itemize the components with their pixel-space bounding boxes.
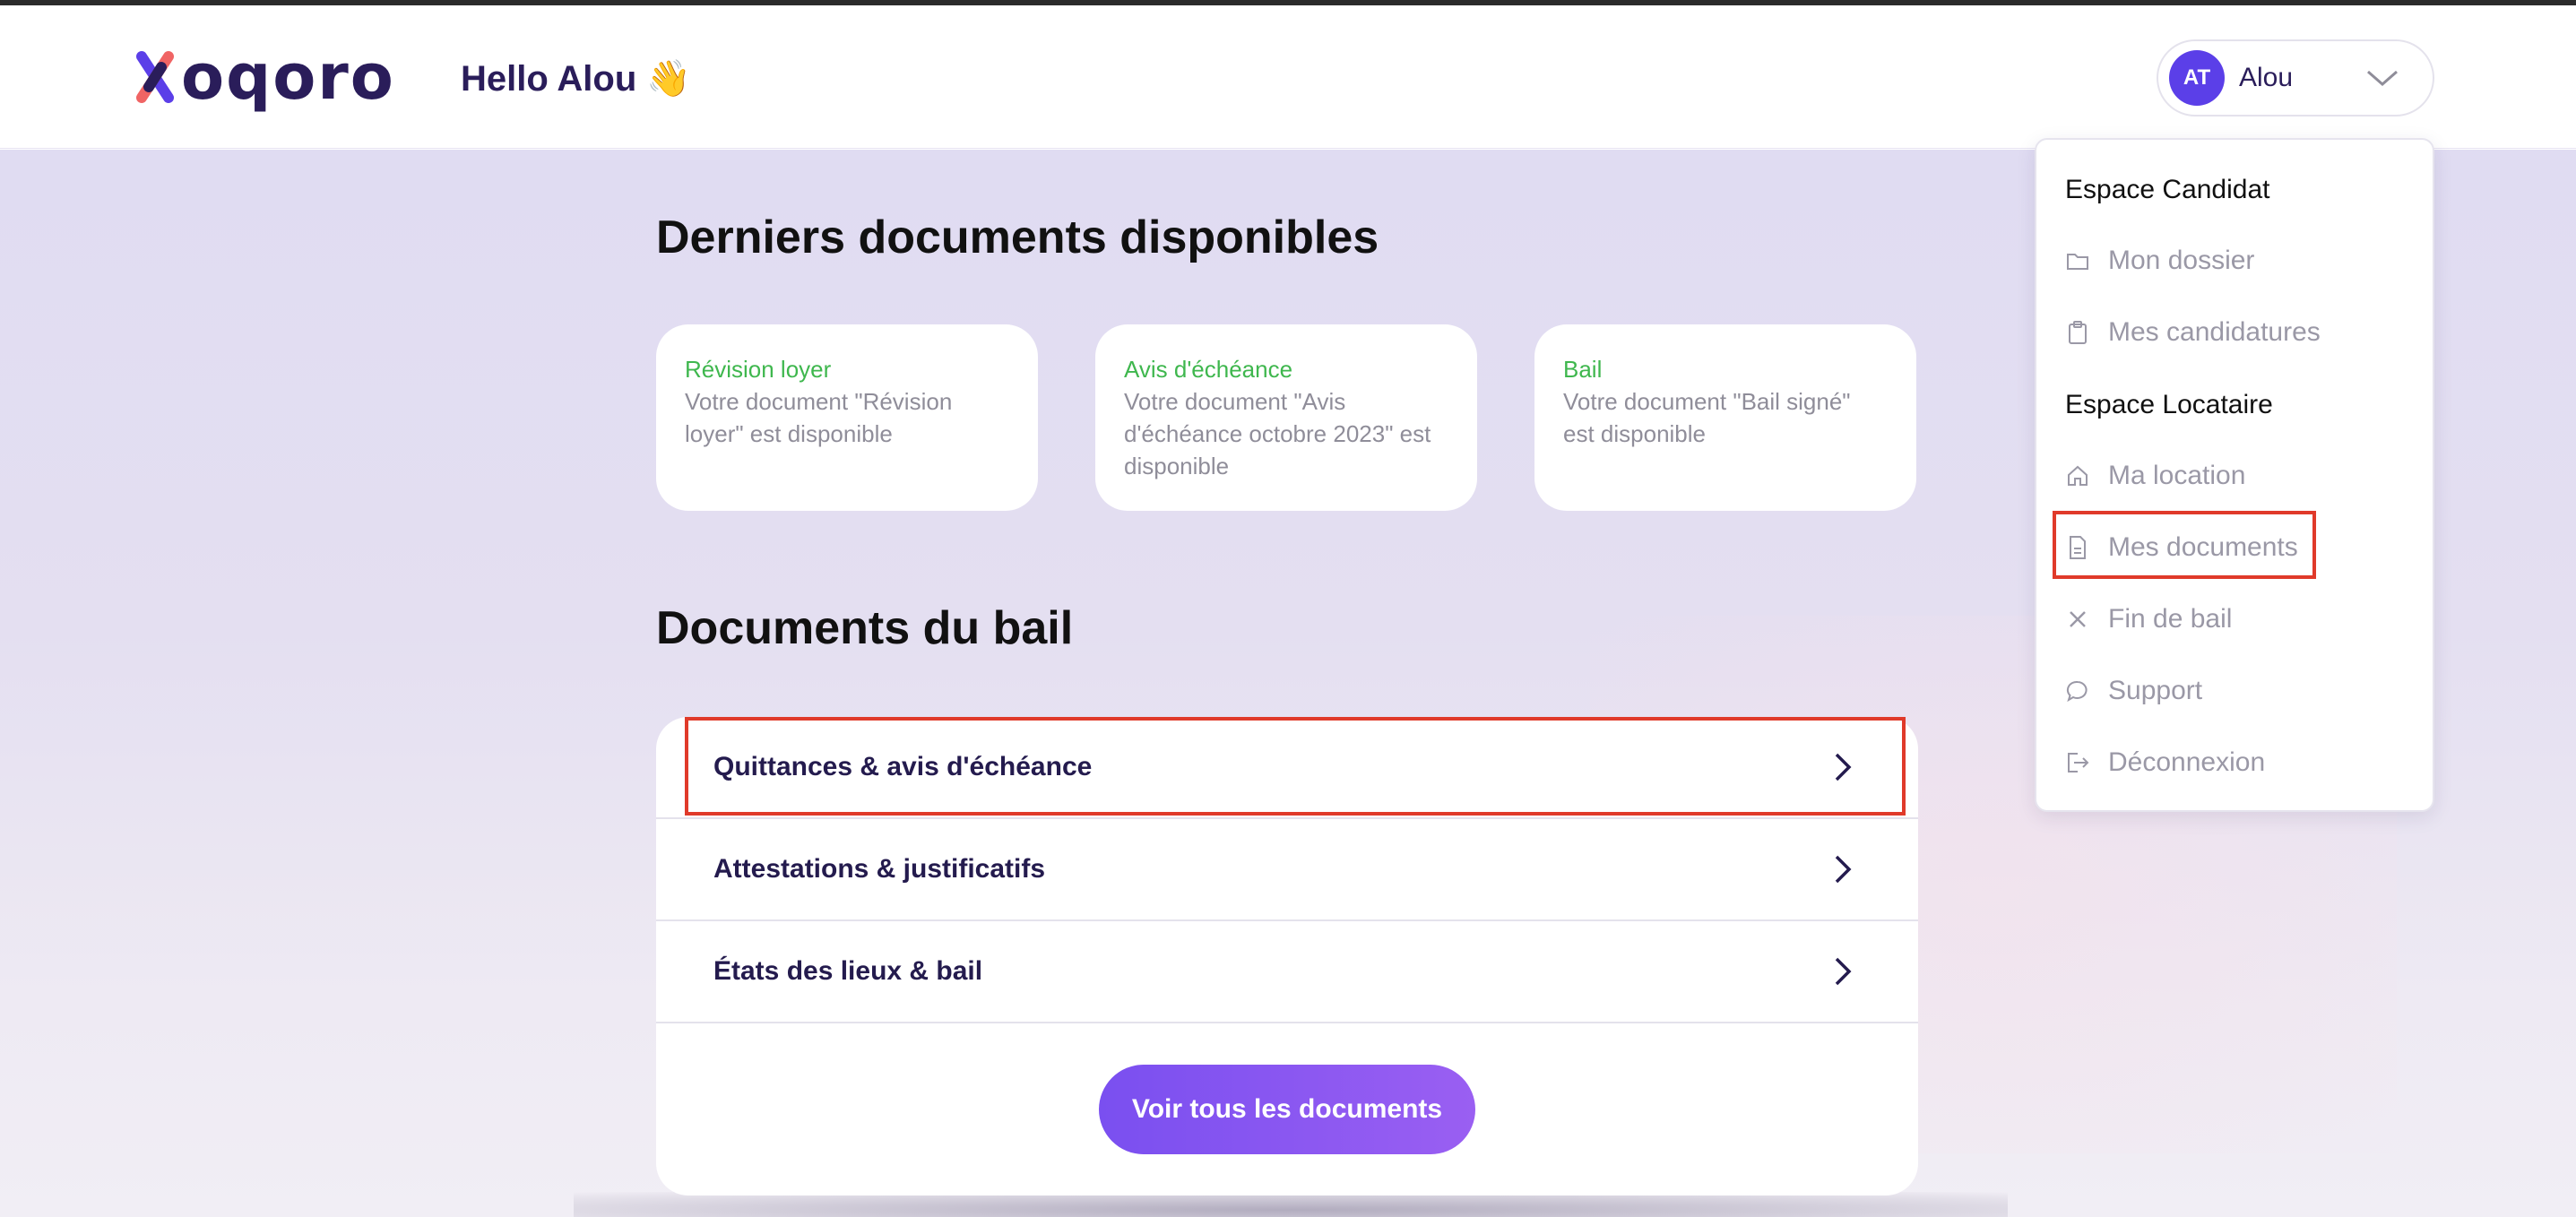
menu-item-label: Ma location: [2108, 461, 2246, 490]
menu-item-label: Déconnexion: [2108, 747, 2266, 777]
menu-item-label: Mon dossier: [2108, 246, 2255, 275]
menu-item-deconnexion[interactable]: Déconnexion: [2065, 740, 2265, 785]
logo-mark-icon: [134, 49, 176, 105]
logout-icon: [2065, 750, 2090, 775]
document-category-label: États des lieux & bail: [713, 956, 983, 986]
card-description: Votre document "Révision loyer" est disp…: [685, 388, 953, 447]
document-category-row[interactable]: Attestations & justificatifs: [656, 819, 1918, 921]
menu-item-label: Support: [2108, 676, 2203, 705]
user-dropdown-menu: Espace Candidat Mon dossier Mes candidat…: [2035, 138, 2434, 812]
card-title: Avis d'échéance: [1124, 356, 1293, 383]
chat-bubble-icon: [2065, 678, 2090, 703]
menu-item-mes-documents[interactable]: Mes documents: [2065, 525, 2298, 570]
logo-text: oqoro: [181, 40, 395, 114]
menu-item-label: Mes candidatures: [2108, 317, 2321, 347]
panel-shadow: [574, 1192, 2008, 1217]
document-category-label: Attestations & justificatifs: [713, 854, 1046, 884]
avatar: AT: [2169, 50, 2225, 106]
lease-documents-panel: Quittances & avis d'échéance Attestation…: [656, 717, 1918, 1195]
latest-documents-title: Derniers documents disponibles: [656, 211, 1379, 263]
menu-section-candidate: Espace Candidat: [2065, 175, 2270, 204]
card-description: Votre document "Bail signé" est disponib…: [1563, 388, 1851, 447]
chevron-right-icon: [1832, 751, 1854, 788]
menu-item-mon-dossier[interactable]: Mon dossier: [2065, 238, 2254, 283]
menu-item-label: Fin de bail: [2108, 604, 2233, 634]
card-title: Révision loyer: [685, 356, 832, 383]
close-icon: [2065, 607, 2090, 632]
user-name: Alou: [2239, 63, 2294, 92]
greeting-text: Hello Alou: [461, 59, 637, 99]
chevron-down-icon: [2366, 65, 2399, 96]
menu-item-mes-candidatures[interactable]: Mes candidatures: [2065, 310, 2321, 355]
header: oqoro Hello Alou 👋 AT Alou: [0, 5, 2576, 149]
card-title: Bail: [1563, 356, 1603, 383]
home-icon: [2065, 463, 2090, 488]
menu-item-support[interactable]: Support: [2065, 669, 2202, 713]
card-description: Votre document "Avis d'échéance octobre …: [1124, 388, 1431, 479]
wave-emoji-icon: 👋: [646, 59, 692, 99]
document-card[interactable]: Révision loyer Votre document "Révision …: [656, 324, 1038, 511]
view-all-documents-button[interactable]: Voir tous les documents: [1099, 1065, 1475, 1154]
document-card[interactable]: Bail Votre document "Bail signé" est dis…: [1534, 324, 1916, 511]
menu-item-fin-de-bail[interactable]: Fin de bail: [2065, 597, 2232, 642]
user-menu-button[interactable]: AT Alou: [2157, 39, 2434, 117]
menu-item-ma-location[interactable]: Ma location: [2065, 453, 2245, 498]
logo[interactable]: oqoro: [134, 41, 395, 113]
chevron-right-icon: [1832, 853, 1854, 890]
document-category-row[interactable]: États des lieux & bail: [656, 921, 1918, 1023]
menu-section-tenant: Espace Locataire: [2065, 390, 2273, 419]
document-icon: [2065, 535, 2090, 560]
folder-icon: [2065, 248, 2090, 273]
greeting: Hello Alou 👋: [461, 52, 691, 106]
document-category-row[interactable]: Quittances & avis d'échéance: [656, 717, 1918, 819]
document-card[interactable]: Avis d'échéance Votre document "Avis d'é…: [1095, 324, 1477, 511]
document-category-label: Quittances & avis d'échéance: [713, 752, 1093, 781]
clipboard-icon: [2065, 320, 2090, 345]
lease-documents-title: Documents du bail: [656, 602, 1074, 654]
chevron-right-icon: [1832, 955, 1854, 992]
menu-item-label: Mes documents: [2108, 532, 2298, 562]
